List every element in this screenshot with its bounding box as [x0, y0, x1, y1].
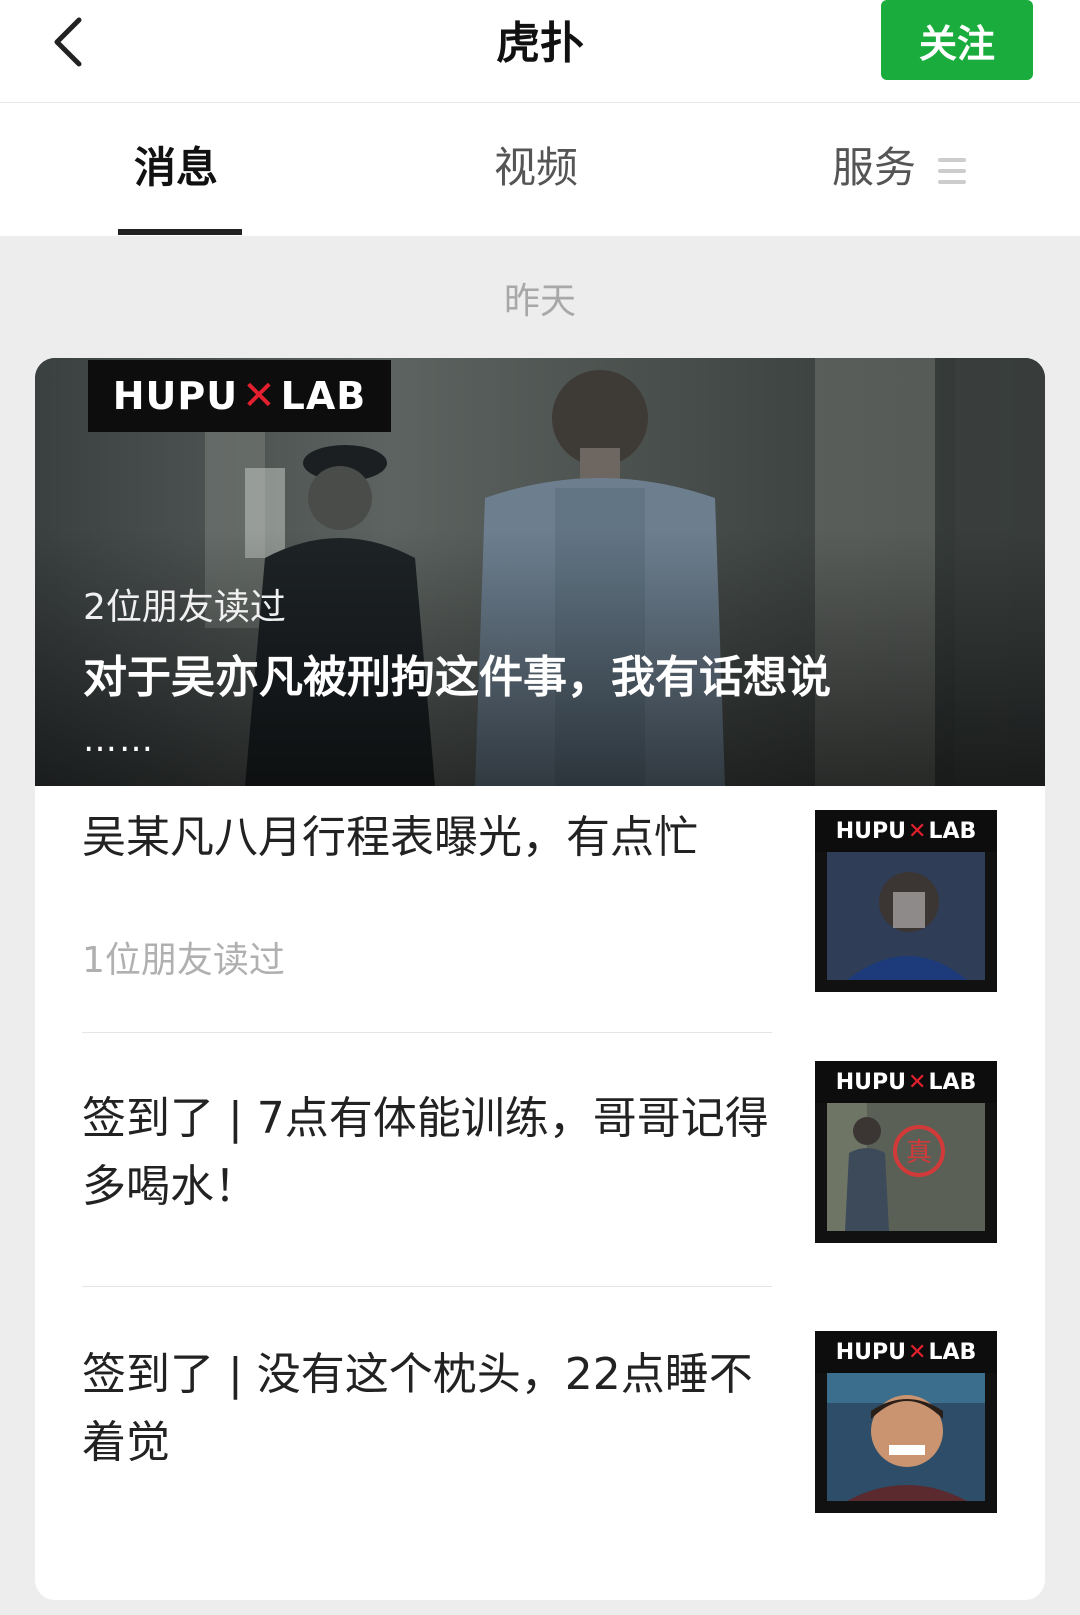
- article-readers-count: 1位朋友读过: [82, 940, 285, 981]
- hupu-lab-logo: HUPU ✕ LAB: [88, 360, 391, 432]
- hero-title: 对于吴亦凡被刑拘这件事，我有话想说: [83, 652, 831, 703]
- date-label: 昨天: [503, 281, 576, 322]
- thumbnail-image: [827, 852, 985, 980]
- list-item[interactable]: 吴某凡八月行程表曝光，有点忙 1位朋友读过 HUPU ✕ LAB: [35, 786, 1045, 1056]
- top-bar: 虎扑 关注: [0, 0, 1080, 103]
- article-title: 签到了 | 7点有体能训练，哥哥记得多喝水！: [82, 1093, 769, 1212]
- hero-ellipsis: ……: [83, 720, 155, 760]
- thumbnail-image: 真: [827, 1103, 985, 1231]
- list-item[interactable]: 签到了 | 没有这个枕头，22点睡不着觉 HUPU ✕ LAB: [35, 1287, 1045, 1557]
- article-thumbnail: HUPU ✕ LAB: [815, 810, 997, 992]
- active-tab-indicator: [118, 229, 242, 235]
- article-card: HUPU ✕ LAB 2位朋友读过 对于吴亦凡被刑拘这件事，我有话想说 …… 吴某凡…: [35, 358, 1045, 1600]
- chevron-left-icon: [54, 17, 82, 67]
- svg-text:真: 真: [906, 1138, 932, 1168]
- article-title: 吴某凡八月行程表曝光，有点忙: [82, 812, 698, 863]
- list-item[interactable]: 签到了 | 7点有体能训练，哥哥记得多喝水！ HUPU ✕ LAB 真: [35, 1033, 1045, 1295]
- tab-services[interactable]: 服务: [832, 138, 916, 198]
- back-button[interactable]: [38, 12, 98, 72]
- tab-messages[interactable]: 消息: [134, 138, 218, 198]
- menu-icon[interactable]: [938, 158, 966, 184]
- article-title: 签到了 | 没有这个枕头，22点睡不着觉: [82, 1349, 753, 1468]
- follow-button[interactable]: 关注: [881, 0, 1033, 80]
- hupu-lab-logo: HUPU ✕ LAB: [815, 1061, 997, 1103]
- hero-readers-count: 2位朋友读过: [83, 587, 286, 628]
- tab-videos[interactable]: 视频: [494, 138, 578, 198]
- tab-bar: 消息 视频 服务: [0, 103, 1080, 236]
- hero-article[interactable]: HUPU ✕ LAB 2位朋友读过 对于吴亦凡被刑拘这件事，我有话想说 ……: [35, 358, 1045, 786]
- article-thumbnail: HUPU ✕ LAB: [815, 1331, 997, 1513]
- hupu-lab-logo: HUPU ✕ LAB: [815, 1331, 997, 1373]
- thumbnail-image: [827, 1373, 985, 1501]
- hupu-lab-logo: HUPU ✕ LAB: [815, 810, 997, 852]
- article-thumbnail: HUPU ✕ LAB 真: [815, 1061, 997, 1243]
